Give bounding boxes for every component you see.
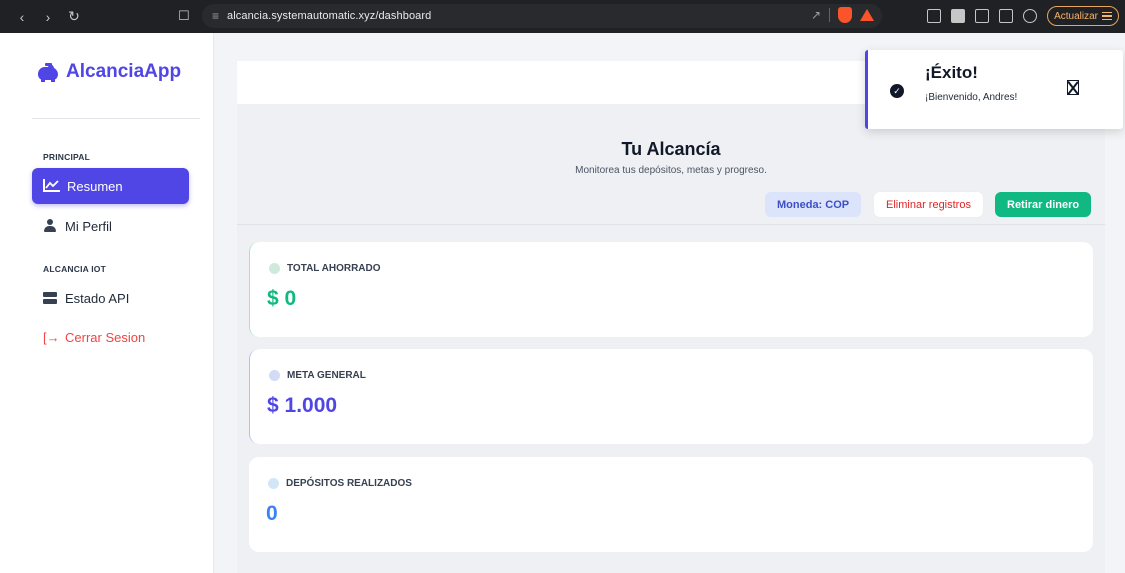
page-subtitle: Monitorea tus depósitos, metas y progres… (575, 165, 767, 176)
toast-message: ¡Bienvenido, Andres! (925, 92, 1018, 103)
stat-card-total-saved: TOTAL AHORRADO $ 0 (249, 242, 1093, 337)
divider (32, 118, 200, 119)
stat-card-goal: META GENERAL $ 1.000 (249, 349, 1093, 444)
menu-icon (1102, 11, 1112, 21)
sidebar-item-cerrar-sesion[interactable]: [→ Cerrar Sesion (32, 319, 189, 355)
stat-value: 0 (266, 502, 278, 525)
sidebar-item-label: Mi Perfil (65, 218, 112, 234)
section-label-alcancia-iot: ALCANCIA IOT (43, 264, 106, 274)
screenshot-icon[interactable] (927, 9, 942, 23)
sidebar: AlcanciaApp PRINCIPAL Resumen Mi Perfil … (0, 33, 214, 573)
sidebar-toggle-icon[interactable] (951, 9, 966, 23)
status-dot-icon (269, 370, 280, 381)
stat-label-text: DEPÓSITOS REALIZADOS (286, 478, 412, 489)
stat-label: DEPÓSITOS REALIZADOS (268, 478, 412, 489)
address-bar-actions: ↗ (811, 7, 874, 23)
brave-rewards-icon[interactable] (860, 9, 874, 21)
server-icon (43, 292, 57, 304)
delete-records-button[interactable]: Eliminar registros (874, 192, 983, 217)
bookmark-icon[interactable]: ☐ (178, 8, 192, 24)
toast-title: ¡Éxito! (925, 63, 978, 82)
check-circle-icon: ✓ (890, 84, 904, 98)
stat-label-text: TOTAL AHORRADO (287, 263, 381, 274)
brave-shield-icon[interactable] (838, 7, 852, 23)
browser-toolbar: ‹ › ↻ ☐ ≡ alcancia.systemautomatic.xyz/d… (0, 0, 1125, 33)
close-icon[interactable] (1067, 80, 1079, 95)
user-icon (43, 219, 57, 233)
tab-icon[interactable] (975, 9, 990, 23)
share-icon[interactable]: ↗ (811, 8, 821, 22)
divider (829, 8, 830, 22)
dashboard-panel: Tu Alcancía Monitorea tus depósitos, met… (237, 104, 1105, 573)
divider (237, 224, 1105, 225)
status-dot-icon (269, 263, 280, 274)
page-title: Tu Alcancía (621, 139, 721, 159)
withdraw-money-button[interactable]: Retirar dinero (995, 192, 1092, 217)
back-icon[interactable]: ‹ (12, 9, 32, 25)
brand[interactable]: AlcanciaApp (36, 61, 181, 83)
chart-line-icon (43, 179, 60, 192)
section-label-principal: PRINCIPAL (43, 152, 90, 162)
sidebar-item-label: Estado API (65, 290, 130, 306)
stat-label: TOTAL AHORRADO (269, 263, 381, 274)
currency-badge: Moneda: COP (765, 192, 862, 217)
site-settings-icon[interactable]: ≡ (212, 9, 219, 23)
logout-icon: [→ (43, 329, 60, 345)
sidebar-item-resumen[interactable]: Resumen (32, 168, 189, 204)
success-toast: ✓ ¡Éxito! ¡Bienvenido, Andres! (865, 50, 1123, 129)
stat-card-deposits: DEPÓSITOS REALIZADOS 0 (249, 457, 1093, 552)
browser-nav: ‹ › ↻ (0, 8, 84, 25)
stat-value: $ 0 (267, 287, 297, 310)
reload-icon[interactable]: ↻ (64, 8, 84, 25)
extensions-icon[interactable] (999, 9, 1014, 23)
stat-label-text: META GENERAL (287, 370, 366, 381)
forward-icon[interactable]: › (38, 9, 58, 25)
address-bar[interactable]: ≡ alcancia.systemautomatic.xyz/dashboard… (202, 4, 882, 28)
browser-extensions: Actualizar (927, 6, 1119, 26)
sidebar-item-label: Resumen (67, 178, 123, 194)
update-label: Actualizar (1054, 10, 1098, 22)
stat-value: $ 1.000 (267, 394, 338, 417)
url-text[interactable]: alcancia.systemautomatic.xyz/dashboard (227, 10, 431, 22)
update-button[interactable]: Actualizar (1047, 6, 1119, 26)
stat-label: META GENERAL (269, 370, 366, 381)
vpn-icon[interactable] (1023, 9, 1038, 23)
sidebar-item-mi-perfil[interactable]: Mi Perfil (32, 208, 189, 244)
sidebar-item-label: Cerrar Sesion (65, 329, 146, 345)
status-dot-icon (268, 478, 279, 489)
brand-name: AlcanciaApp (66, 61, 182, 82)
piggy-bank-icon (36, 63, 60, 82)
sidebar-item-estado-api[interactable]: Estado API (32, 280, 189, 316)
